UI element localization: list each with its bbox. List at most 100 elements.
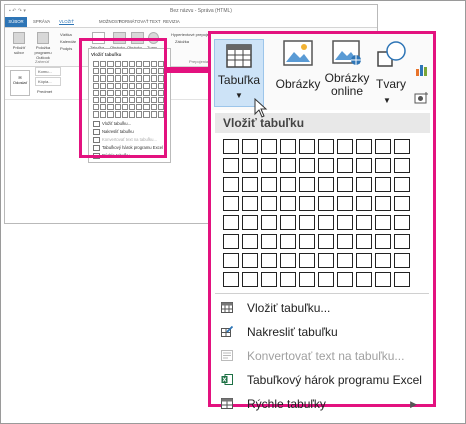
attach-item-button[interactable]: Položka programu Outlook <box>30 45 56 60</box>
grid-cell[interactable] <box>356 196 372 211</box>
grid-cell[interactable] <box>337 177 353 192</box>
menu-item-quick-tables[interactable]: Rýchle tabuľky ▶ <box>221 394 427 414</box>
grid-cell[interactable] <box>223 215 239 230</box>
grid-cell[interactable] <box>223 272 239 287</box>
grid-cell[interactable] <box>337 158 353 173</box>
send-button[interactable]: ✉ Odoslať <box>10 70 30 96</box>
grid-cell[interactable] <box>261 139 277 154</box>
tab-review[interactable]: REVIZIA <box>163 19 180 24</box>
grid-cell[interactable] <box>242 215 258 230</box>
grid-cell[interactable] <box>261 253 277 268</box>
grid-cell[interactable] <box>261 215 277 230</box>
menu-item-excel-spreadsheet[interactable]: Tabuľkový hárok programu Excel <box>221 370 427 390</box>
grid-cell[interactable] <box>394 139 410 154</box>
table-button[interactable]: Tabuľka ▼ <box>214 39 264 107</box>
grid-cell[interactable] <box>280 253 296 268</box>
grid-cell[interactable] <box>337 139 353 154</box>
grid-cell[interactable] <box>337 234 353 249</box>
grid-cell[interactable] <box>242 272 258 287</box>
grid-cell[interactable] <box>280 272 296 287</box>
grid-cell[interactable] <box>375 196 391 211</box>
signature-button[interactable]: Podpis <box>60 46 72 51</box>
grid-cell[interactable] <box>261 234 277 249</box>
grid-cell[interactable] <box>280 177 296 192</box>
grid-cell[interactable] <box>356 158 372 173</box>
grid-cell[interactable] <box>242 253 258 268</box>
grid-cell[interactable] <box>299 177 315 192</box>
grid-cell[interactable] <box>394 177 410 192</box>
grid-cell[interactable] <box>337 272 353 287</box>
grid-cell[interactable] <box>299 234 315 249</box>
grid-cell[interactable] <box>318 215 334 230</box>
grid-cell[interactable] <box>242 234 258 249</box>
attach-item-icon[interactable] <box>37 32 49 44</box>
grid-cell[interactable] <box>261 272 277 287</box>
menu-item-draw-table[interactable]: Nakresliť tabuľku <box>221 322 427 342</box>
grid-cell[interactable] <box>280 158 296 173</box>
grid-cell[interactable] <box>280 215 296 230</box>
grid-cell[interactable] <box>299 139 315 154</box>
cc-button[interactable]: Kópia... <box>35 77 61 86</box>
grid-cell[interactable] <box>394 253 410 268</box>
grid-cell[interactable] <box>223 196 239 211</box>
grid-cell[interactable] <box>375 272 391 287</box>
bookmark-button[interactable]: Záložka <box>175 39 189 44</box>
grid-cell[interactable] <box>375 234 391 249</box>
grid-cell[interactable] <box>280 196 296 211</box>
grid-cell[interactable] <box>261 158 277 173</box>
grid-cell[interactable] <box>394 158 410 173</box>
grid-cell[interactable] <box>299 158 315 173</box>
attach-file-button[interactable]: Priložiť súbor <box>8 45 30 55</box>
grid-cell[interactable] <box>356 272 372 287</box>
grid-cell[interactable] <box>394 234 410 249</box>
chart-icon[interactable] <box>415 62 429 76</box>
grid-cell[interactable] <box>337 215 353 230</box>
to-button[interactable]: Komu... <box>35 67 61 76</box>
grid-cell[interactable] <box>375 177 391 192</box>
grid-cell[interactable] <box>318 253 334 268</box>
grid-cell[interactable] <box>242 177 258 192</box>
tab-insert[interactable]: VLOŽIŤ <box>59 19 75 25</box>
grid-cell[interactable] <box>337 253 353 268</box>
grid-cell[interactable] <box>375 139 391 154</box>
grid-cell[interactable] <box>223 234 239 249</box>
grid-cell[interactable] <box>394 215 410 230</box>
tab-format-text[interactable]: FORMÁTOVAŤ TEXT <box>119 19 161 24</box>
grid-cell[interactable] <box>318 196 334 211</box>
attach-file-icon[interactable] <box>13 32 25 44</box>
grid-cell[interactable] <box>318 272 334 287</box>
grid-cell[interactable] <box>356 139 372 154</box>
grid-cell[interactable] <box>375 158 391 173</box>
grid-cell[interactable] <box>299 215 315 230</box>
tab-message[interactable]: SPRÁVA <box>33 19 50 24</box>
tab-file[interactable]: SÚBOR <box>5 17 27 27</box>
grid-cell[interactable] <box>375 253 391 268</box>
grid-cell[interactable] <box>299 272 315 287</box>
grid-cell[interactable] <box>356 253 372 268</box>
grid-cell[interactable] <box>242 158 258 173</box>
grid-cell[interactable] <box>356 234 372 249</box>
grid-cell[interactable] <box>299 196 315 211</box>
grid-cell[interactable] <box>318 158 334 173</box>
grid-cell[interactable] <box>280 139 296 154</box>
grid-cell[interactable] <box>261 196 277 211</box>
grid-cell[interactable] <box>356 177 372 192</box>
grid-cell[interactable] <box>318 177 334 192</box>
table-size-grid[interactable] <box>223 139 410 287</box>
grid-cell[interactable] <box>318 139 334 154</box>
grid-cell[interactable] <box>394 196 410 211</box>
quick-access-toolbar[interactable]: ▪ ↶ ↷ ▾ <box>9 8 26 14</box>
grid-cell[interactable] <box>242 196 258 211</box>
calendar-button[interactable]: Kalendár <box>60 39 76 44</box>
grid-cell[interactable] <box>223 253 239 268</box>
grid-cell[interactable] <box>299 253 315 268</box>
grid-cell[interactable] <box>337 196 353 211</box>
business-card-button[interactable]: Vizitka <box>60 32 72 37</box>
menu-item-insert-table[interactable]: Vložiť tabuľku... <box>221 298 427 318</box>
grid-cell[interactable] <box>394 272 410 287</box>
grid-cell[interactable] <box>318 234 334 249</box>
grid-cell[interactable] <box>242 139 258 154</box>
grid-cell[interactable] <box>223 177 239 192</box>
grid-cell[interactable] <box>223 139 239 154</box>
grid-cell[interactable] <box>375 215 391 230</box>
